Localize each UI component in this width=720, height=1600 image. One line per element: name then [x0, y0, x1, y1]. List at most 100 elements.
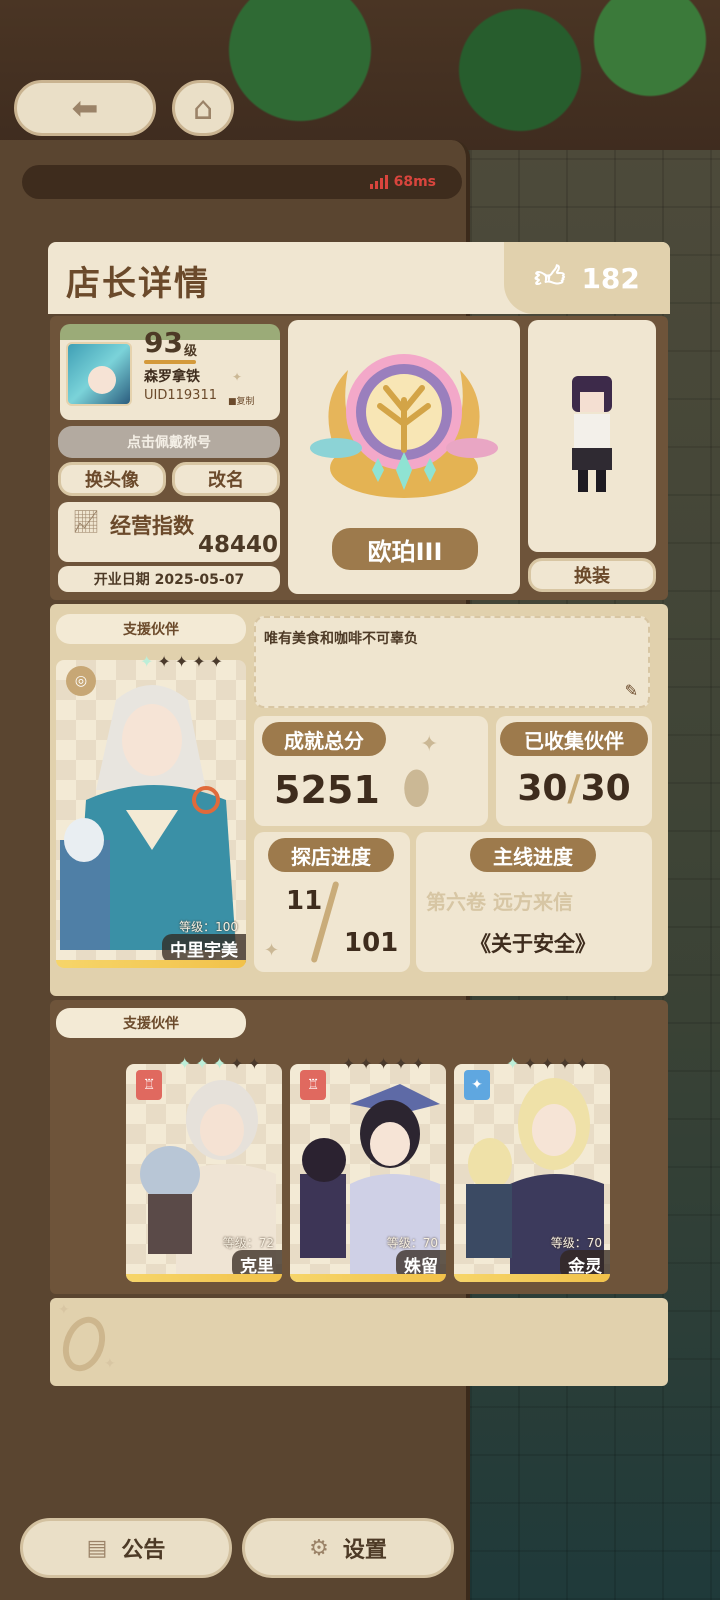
- main-partner-stars: ✦ ✦ ✦ ✦ ✦: [140, 652, 223, 671]
- star-icon: ✦: [342, 1054, 356, 1073]
- chef-role-icon: ♖: [300, 1070, 326, 1100]
- rank-card: 欧珀III: [288, 320, 520, 594]
- star-icon: ✦: [212, 1054, 227, 1073]
- star-icon: ✦: [174, 652, 189, 671]
- achievement-label: 成就总分: [262, 722, 386, 756]
- explore-value: 11: [286, 886, 323, 916]
- star-icon: ✦: [209, 652, 224, 671]
- collected-count: 30/30: [496, 768, 652, 809]
- coffee-beans-icon: ⬮: [402, 760, 431, 814]
- open-date: 开业日期 2025-05-07: [58, 566, 280, 592]
- chef-role-icon: ♖: [136, 1070, 162, 1100]
- rank-emblem-icon: [310, 354, 498, 498]
- star-icon: ✦: [140, 652, 154, 671]
- network-status-bar: 68ms: [22, 165, 462, 199]
- home-button[interactable]: ⌂: [172, 80, 234, 136]
- star-icon: ✦: [411, 1054, 426, 1073]
- star-icon: ✦: [359, 1054, 373, 1073]
- player-uid: UID119311: [144, 388, 217, 403]
- rarity-bar: [290, 1274, 446, 1282]
- like-count: 182: [581, 261, 640, 295]
- briefcase-icon: ▤: [86, 1535, 108, 1561]
- business-index-card: 📈︎ 经营指数 48440: [58, 502, 280, 562]
- main-story-chapter: 第六卷 远方来信: [426, 890, 573, 914]
- collected-label: 已收集伙伴: [500, 722, 648, 756]
- team-partner-card[interactable]: ✦ 等级：70 金灵: [454, 1064, 610, 1282]
- level-underline: [144, 360, 196, 364]
- support-team-label: 支援伙伴: [56, 1008, 246, 1038]
- settings-label: 设置: [342, 1538, 387, 1563]
- star-icon: ✦: [506, 1054, 520, 1073]
- achievement-card: 成就总分 5251 ⬮ ✦: [254, 716, 488, 826]
- partner-level: 等级：72: [222, 1236, 274, 1250]
- explore-total: 101: [344, 928, 399, 958]
- main-story-card: 主线进度 第六卷 远方来信 《关于安全》: [416, 832, 652, 972]
- rarity-bar: [56, 960, 246, 968]
- star-icon: ✦: [230, 1054, 244, 1073]
- rename-button[interactable]: 改名: [172, 462, 280, 496]
- business-index-label: 经营指数: [110, 514, 194, 538]
- collected-value: 30: [517, 768, 568, 809]
- team-partner-card[interactable]: ♖ 等级：70 姝留: [290, 1064, 446, 1282]
- partner-stars: ✦ ✦ ✦ ✦ ✦: [178, 1054, 261, 1073]
- star-icon: ✦: [247, 1054, 262, 1073]
- support-team-section: 支援伙伴 ♖ 等级：72 克里 ✦ ✦ ✦ ✦ ✦ ♖ 等级：70 姝留 ✦ ✦…: [50, 1000, 668, 1294]
- partner-level: 等级：100: [179, 920, 238, 934]
- sparkle-icon: ✦: [58, 1302, 70, 1318]
- ping-value: 68ms: [393, 174, 436, 190]
- star-icon: ✦: [394, 1054, 408, 1073]
- character-sprite: [572, 376, 612, 492]
- partner-portrait: [60, 685, 236, 950]
- level-unit: 级: [184, 344, 198, 359]
- player-level: 93: [144, 326, 183, 359]
- main-story-title: 《关于安全》: [470, 932, 596, 956]
- explore-label: 探店进度: [268, 838, 394, 872]
- back-arrow-icon: ⬅: [71, 89, 99, 127]
- team-partner-card[interactable]: ♖ 等级：72 克里: [126, 1064, 282, 1282]
- gear-icon: ⚙: [309, 1535, 329, 1561]
- profile-section: 93 级 森罗拿铁 UID119311 ■复制 ✦ 点击佩戴称号 换头像 改名 …: [50, 316, 668, 600]
- like-button[interactable]: 👍︎ 182: [504, 242, 670, 314]
- support-partner-label: 支援伙伴: [56, 614, 246, 644]
- collected-total: 30: [580, 768, 631, 809]
- sparkle-icon: ✦: [420, 732, 439, 757]
- star-icon: ✦: [192, 652, 206, 671]
- wear-title-button[interactable]: 点击佩戴称号: [58, 426, 280, 458]
- sparkle-icon: ✦: [264, 940, 280, 961]
- star-icon: ✦: [540, 1054, 555, 1073]
- home-icon: ⌂: [192, 89, 214, 127]
- main-partner-card[interactable]: ◎ 等级：100 中里宇美: [56, 660, 246, 968]
- panel-header: 店长详情 👍︎ 182: [48, 242, 670, 314]
- settings-button[interactable]: ⚙ 设置: [242, 1518, 454, 1578]
- partner-stars: ✦ ✦ ✦ ✦ ✦: [506, 1054, 589, 1073]
- player-name: 森罗拿铁: [144, 369, 200, 385]
- star-icon: ✦: [523, 1054, 537, 1073]
- notice-label: 公告: [121, 1538, 166, 1563]
- main-story-label: 主线进度: [470, 838, 596, 872]
- partner-name: 中里宇美: [162, 934, 246, 963]
- partner-stars: ✦ ✦ ✦ ✦ ✦: [342, 1054, 425, 1073]
- star-icon: ✦: [195, 1054, 209, 1073]
- collected-card: 已收集伙伴 30/30: [496, 716, 652, 826]
- avatar[interactable]: [66, 342, 132, 406]
- change-outfit-button[interactable]: 换装: [528, 558, 656, 592]
- notice-button[interactable]: ▤ 公告: [20, 1518, 232, 1578]
- partner-level: 等级：70: [550, 1236, 602, 1250]
- edit-icon[interactable]: ✎: [625, 681, 638, 700]
- signal-icon: [369, 175, 388, 189]
- bow-role-icon: ✦: [464, 1070, 490, 1100]
- collected-slash: /: [567, 768, 581, 809]
- stats-section: 支援伙伴 ◎ 等级：100 中里宇美 ✦ ✦ ✦ ✦ ✦ 唯有美食和咖啡不可辜负…: [50, 604, 668, 996]
- thumbs-up-icon: 👍︎: [534, 260, 566, 295]
- partner-level: 等级：70: [386, 1236, 438, 1250]
- back-button[interactable]: ⬅: [14, 80, 156, 136]
- achievement-score: 5251: [274, 768, 380, 812]
- star-icon: ✦: [558, 1054, 572, 1073]
- badge-slot: ✦ ✦: [50, 1298, 668, 1386]
- motto-text: 唯有美食和咖啡不可辜负: [264, 631, 418, 647]
- star-icon: ✦: [157, 652, 171, 671]
- change-avatar-button[interactable]: 换头像: [58, 462, 166, 496]
- motto-box[interactable]: 唯有美食和咖啡不可辜负 ✎: [254, 616, 650, 708]
- copy-uid-button[interactable]: ■复制: [228, 394, 255, 407]
- business-index-value: 48440: [197, 532, 278, 558]
